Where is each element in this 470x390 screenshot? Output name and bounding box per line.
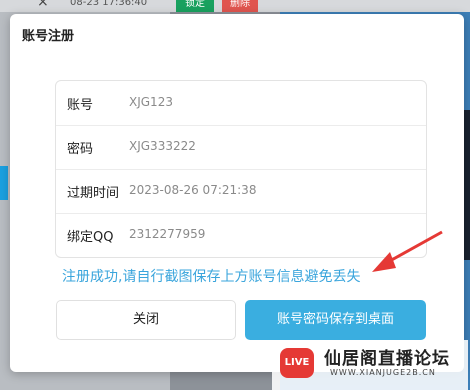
watermark-title: 仙居阁直播论坛 [324, 349, 450, 369]
watermark: LIVE 仙居阁直播论坛 WWW.XIANJUGE2B.CN [272, 340, 468, 390]
live-logo-icon: LIVE [280, 348, 314, 378]
watermark-url: WWW.XIANJUGE2B.CN [330, 368, 436, 377]
red-arrow-annotation [372, 230, 443, 272]
